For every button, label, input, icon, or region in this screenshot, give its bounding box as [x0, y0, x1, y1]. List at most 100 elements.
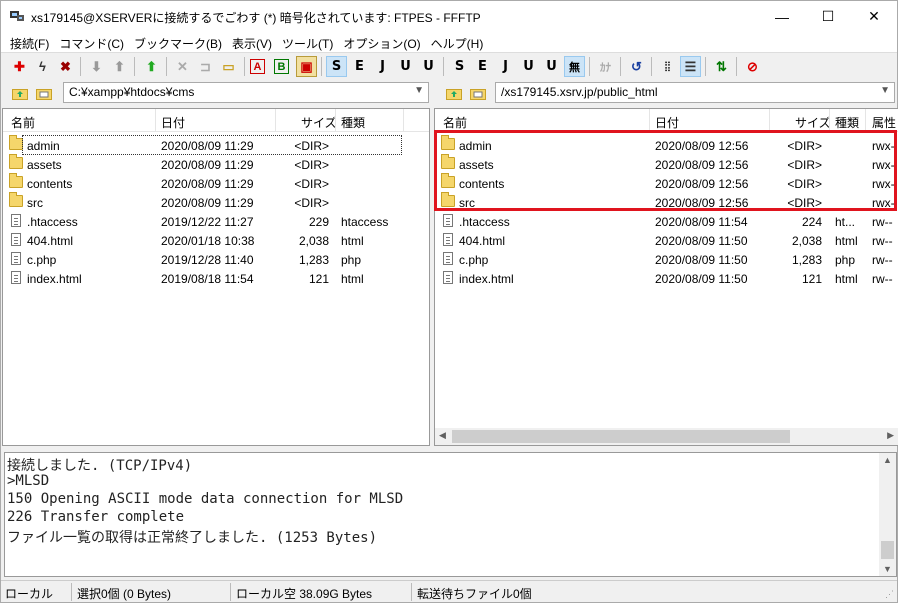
local-up-folder-icon[interactable] [9, 83, 30, 103]
local-open-folder-icon[interactable] [33, 83, 54, 103]
column-divider[interactable] [403, 109, 404, 132]
scrollbar-thumb[interactable] [881, 541, 894, 559]
host-sjis-icon[interactable]: S [449, 56, 470, 77]
connect-icon[interactable]: ✚ [9, 56, 30, 77]
file-type: html [835, 272, 858, 286]
file-attr: rw-- [872, 272, 893, 286]
column-divider[interactable] [865, 109, 866, 132]
file-row[interactable]: assets 2020/08/09 11:29 <DIR> [3, 154, 429, 174]
title-bar: xs179145@XSERVERに接続するでごわす (*) 暗号化されています:… [1, 1, 897, 32]
close-button[interactable]: ✕ [851, 1, 897, 32]
host-utf8-icon[interactable]: U [518, 56, 539, 77]
file-row[interactable]: src 2020/08/09 11:29 <DIR> [3, 192, 429, 212]
host-euc-icon[interactable]: E [472, 56, 493, 77]
menu-help[interactable]: ヘルプ(H) [426, 32, 489, 52]
column-size[interactable]: サイズ [795, 114, 831, 131]
scroll-down-icon[interactable]: ▼ [883, 564, 892, 574]
remote-path-combo[interactable]: /xs179145.xsrv.jp/public_html ▼ [495, 82, 895, 103]
column-divider[interactable] [155, 109, 156, 132]
scroll-up-icon[interactable]: ▲ [883, 455, 892, 465]
scrollbar-thumb[interactable] [452, 430, 790, 443]
chevron-down-icon[interactable]: ▼ [880, 85, 890, 96]
menu-view[interactable]: 表示(V) [227, 32, 277, 52]
ascii-mode-icon[interactable]: A [250, 59, 265, 74]
mirror-upload-icon[interactable]: ⬆ [141, 56, 162, 77]
binary-mode-icon[interactable]: B [274, 59, 289, 74]
status-bar: ローカル 選択0個 (0 Bytes) ローカル空 38.09G Bytes 転… [1, 580, 897, 602]
menu-options[interactable]: オプション(O) [338, 32, 425, 52]
column-size[interactable]: サイズ [301, 114, 337, 131]
remote-file-list[interactable]: 名前 日付 サイズ 種類 属性 admin 2020/08/09 12:56 <DI… [434, 108, 898, 446]
local-file-list[interactable]: 名前 日付 サイズ 種類 admin 2020/08/09 11:29 <DIR> a… [2, 108, 430, 446]
menu-tools[interactable]: ツール(T) [277, 32, 338, 52]
column-divider[interactable] [275, 109, 276, 132]
utf8-icon[interactable]: U [395, 56, 416, 77]
scroll-left-icon[interactable]: ◀ [439, 430, 446, 441]
status-mode: ローカル [5, 587, 54, 601]
column-date[interactable]: 日付 [655, 114, 679, 131]
menu-command[interactable]: コマンド(C) [54, 32, 129, 52]
file-row[interactable]: 404.html 2020/08/09 11:50 2,038 html rw-- [435, 231, 898, 250]
file-row[interactable]: index.html 2020/08/09 11:50 121 html rw-- [435, 269, 898, 288]
file-size: <DIR> [294, 196, 329, 210]
file-name: assets [27, 158, 62, 172]
remote-horizontal-scrollbar[interactable]: ◀ ▶ [435, 428, 898, 445]
rename-icon[interactable]: ⊐ [195, 56, 216, 77]
file-row[interactable]: contents 2020/08/09 12:56 <DIR> rwx- [435, 173, 898, 193]
file-row[interactable]: c.php 2019/12/28 11:40 1,283 php [3, 250, 429, 269]
column-date[interactable]: 日付 [161, 114, 185, 131]
host-utf8bom-icon[interactable]: U [541, 56, 562, 77]
download-icon[interactable]: ⬇ [86, 56, 107, 77]
menu-bookmark[interactable]: ブックマーク(B) [129, 32, 227, 52]
column-name[interactable]: 名前 [443, 114, 467, 131]
column-divider[interactable] [769, 109, 770, 132]
remote-open-folder-icon[interactable] [467, 83, 488, 103]
kana-icon[interactable]: ｶﾅ [595, 56, 616, 77]
utf8bom-icon[interactable]: U [418, 56, 439, 77]
list-view-icon[interactable]: ⦙⦙ [657, 56, 678, 77]
minimize-button[interactable]: — [759, 1, 805, 32]
log-vertical-scrollbar[interactable]: ▲ ▼ [879, 453, 896, 576]
column-divider[interactable] [829, 109, 830, 132]
file-row[interactable]: src 2020/08/09 12:56 <DIR> rwx- [435, 192, 898, 212]
resize-grip-icon[interactable]: ⋰ [885, 589, 894, 600]
maximize-button[interactable]: ☐ [805, 1, 851, 32]
chevron-down-icon[interactable]: ▼ [414, 85, 424, 96]
no-convert-icon[interactable]: 無 [564, 56, 585, 77]
column-type[interactable]: 種類 [341, 114, 365, 131]
file-row[interactable]: index.html 2019/08/18 11:54 121 html [3, 269, 429, 288]
file-row[interactable]: assets 2020/08/09 12:56 <DIR> rwx- [435, 154, 898, 174]
file-row[interactable]: admin 2020/08/09 12:56 <DIR> rwx- [435, 135, 898, 155]
detail-view-icon[interactable]: ☰ [680, 56, 701, 77]
jis-icon[interactable]: J [372, 56, 393, 77]
refresh-icon[interactable]: ↺ [626, 56, 647, 77]
file-row[interactable]: c.php 2020/08/09 11:50 1,283 php rw-- [435, 250, 898, 269]
upload-icon[interactable]: ⬆ [109, 56, 130, 77]
euc-icon[interactable]: E [349, 56, 370, 77]
column-type[interactable]: 種類 [835, 114, 859, 131]
column-divider[interactable] [649, 109, 650, 132]
file-row[interactable]: 404.html 2020/01/18 10:38 2,038 html [3, 231, 429, 250]
host-jis-icon[interactable]: J [495, 56, 516, 77]
local-path-combo[interactable]: C:¥xampp¥htdocs¥cms ▼ [63, 82, 429, 103]
remote-up-folder-icon[interactable] [443, 83, 464, 103]
scroll-right-icon[interactable]: ▶ [887, 430, 894, 441]
file-row[interactable]: contents 2020/08/09 11:29 <DIR> [3, 173, 429, 193]
sjis-icon[interactable]: S [326, 56, 347, 77]
file-icon [443, 252, 453, 265]
quick-connect-icon[interactable]: ϟ [32, 56, 53, 77]
stop-icon[interactable]: ⊘ [742, 56, 763, 77]
log-panel[interactable]: 接続しました. (TCP/IPv4) >MLSD 150 Opening ASC… [4, 452, 897, 577]
status-divider [71, 583, 72, 601]
disconnect-icon[interactable]: ✖ [55, 56, 76, 77]
column-name[interactable]: 名前 [11, 114, 35, 131]
column-divider[interactable] [335, 109, 336, 132]
auto-mode-icon[interactable]: ▣ [296, 56, 317, 77]
menu-connect[interactable]: 接続(F) [5, 32, 54, 52]
column-attr[interactable]: 属性 [872, 114, 896, 131]
sync-icon[interactable]: ⇅ [711, 56, 732, 77]
file-row[interactable]: .htaccess 2020/08/09 11:54 224 ht... rw-- [435, 212, 898, 231]
mkdir-icon[interactable]: ▭ [218, 56, 239, 77]
delete-icon[interactable]: ✕ [172, 56, 193, 77]
file-row[interactable]: .htaccess 2019/12/22 11:27 229 htaccess [3, 212, 429, 231]
